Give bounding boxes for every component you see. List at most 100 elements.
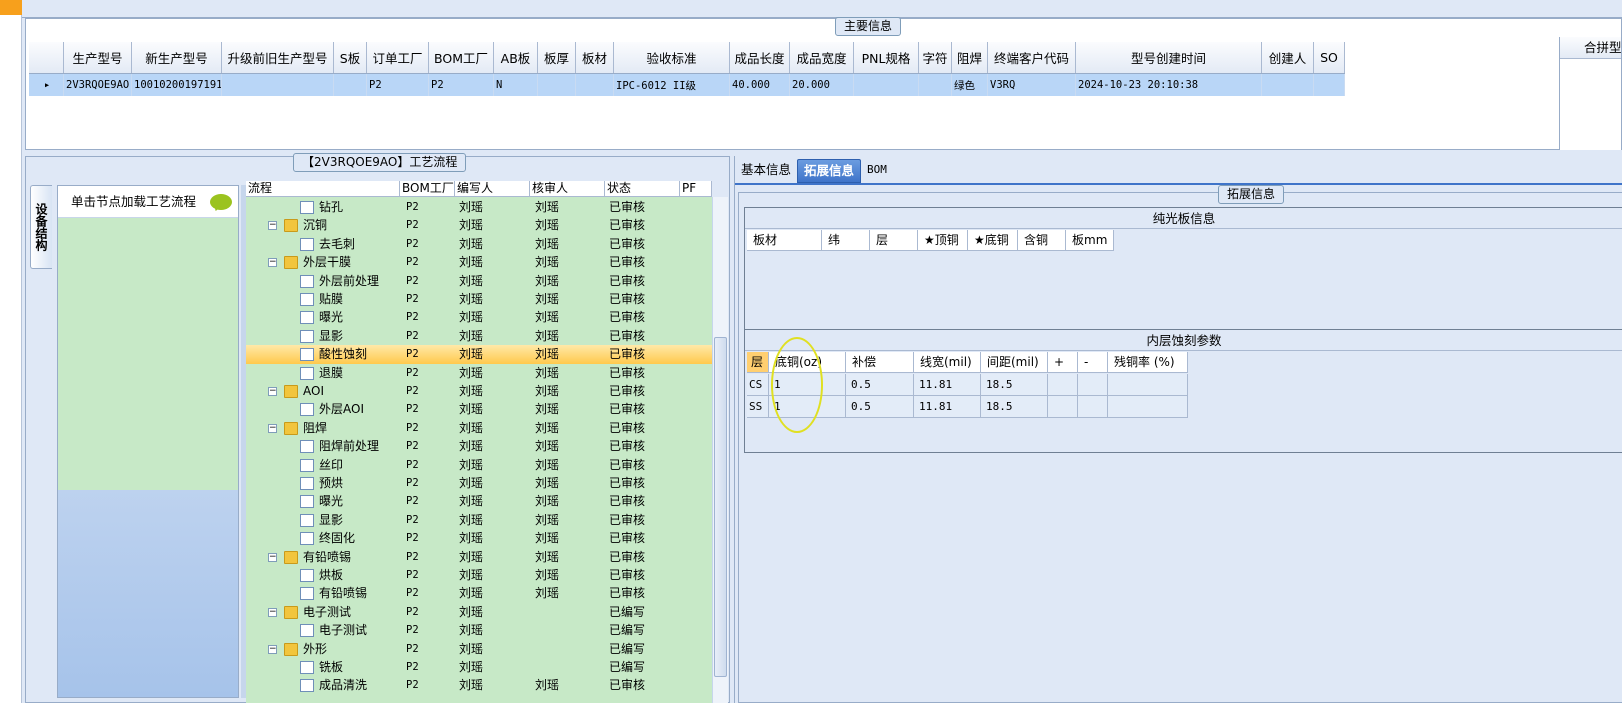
column-header[interactable]: SO <box>1314 42 1345 73</box>
grid-cell[interactable]: P2 <box>429 74 494 96</box>
tree-row[interactable]: 铣板 P2 刘瑶 已编写 <box>246 658 712 677</box>
tree-node[interactable]: 烘板 <box>246 566 400 585</box>
tree-node[interactable]: − 阻焊 <box>246 419 400 438</box>
tree-node[interactable]: 有铅喷锡 <box>246 584 400 603</box>
column-header[interactable]: BOM工厂 <box>429 42 494 73</box>
tree-node[interactable]: 外层AOI <box>246 400 400 419</box>
etch-cell[interactable]: SS <box>747 396 769 418</box>
tree-node[interactable]: 电子测试 <box>246 621 400 640</box>
column-header[interactable]: 终端客户代码 <box>988 42 1076 73</box>
tree-column-header[interactable]: 核审人 <box>530 181 605 196</box>
tree-column-header[interactable]: BOM工厂 <box>400 181 455 196</box>
tree-row[interactable]: − AOI P2 刘瑶 刘瑶 已审核 <box>246 382 712 401</box>
main-grid-row[interactable]: ▸ 2V3RQOE9AO 10010200197191 P2 P2 N IPC-6012 I… <box>29 74 1345 96</box>
tree-row[interactable]: 退膜 P2 刘瑶 刘瑶 已审核 <box>246 364 712 383</box>
grid-cell[interactable]: 绿色 <box>952 74 988 96</box>
column-header[interactable]: 创建人 <box>1262 42 1314 73</box>
tree-row[interactable]: − 沉铜 P2 刘瑶 刘瑶 已审核 <box>246 216 712 235</box>
tree-node[interactable]: 去毛刺 <box>246 235 400 254</box>
grid-cell[interactable] <box>334 74 367 96</box>
etch-cell[interactable] <box>1048 374 1078 396</box>
tree-row[interactable]: 贴膜 P2 刘瑶 刘瑶 已审核 <box>246 290 712 309</box>
load-process-item[interactable]: 单击节点加载工艺流程 <box>58 186 238 218</box>
etch-column-header[interactable]: - <box>1078 352 1108 373</box>
column-header[interactable]: 订单工厂 <box>367 42 429 73</box>
tree-node[interactable]: − 沉铜 <box>246 216 400 235</box>
etch-column-header[interactable]: 线宽(mil) <box>914 352 981 373</box>
grid-cell[interactable]: V3RQ <box>988 74 1076 96</box>
tree-row[interactable]: 丝印 P2 刘瑶 刘瑶 已审核 <box>246 456 712 475</box>
plain-column-header[interactable]: 板材 <box>747 230 822 251</box>
etch-cell[interactable]: 0.5 <box>846 396 914 418</box>
tree-row[interactable]: 预烘 P2 刘瑶 刘瑶 已审核 <box>246 474 712 493</box>
etch-cell[interactable] <box>1108 374 1188 396</box>
grid-cell[interactable]: 40.000 <box>730 74 790 96</box>
column-header[interactable]: 生产型号 <box>64 42 132 73</box>
tree-row[interactable]: 阻焊前处理 P2 刘瑶 刘瑶 已审核 <box>246 437 712 456</box>
column-header[interactable]: 新生产型号 <box>132 42 222 73</box>
tree-column-header[interactable]: PF <box>680 181 712 196</box>
etch-column-header[interactable]: + <box>1048 352 1078 373</box>
grid-cell[interactable] <box>1314 74 1345 96</box>
grid-cell[interactable]: 2V3RQOE9AO <box>64 74 132 96</box>
tree-row[interactable]: 终固化 P2 刘瑶 刘瑶 已审核 <box>246 529 712 548</box>
tree-node[interactable]: 阻焊前处理 <box>246 437 400 456</box>
plain-column-header[interactable]: 层 <box>870 230 918 251</box>
column-header[interactable]: AB板 <box>494 42 538 73</box>
tree-node[interactable]: − 外层干膜 <box>246 253 400 272</box>
tree-row[interactable]: − 外形 P2 刘瑶 已编写 <box>246 640 712 659</box>
tree-node[interactable]: 成品清洗 <box>246 676 400 695</box>
column-header[interactable]: PNL规格 <box>854 42 919 73</box>
etch-column-header[interactable]: 残铜率 (%) <box>1108 352 1188 373</box>
column-header[interactable]: 升级前旧生产型号 <box>222 42 334 73</box>
tree-node[interactable]: − 有铅喷锡 <box>246 548 400 567</box>
tree-node[interactable]: 曝光 <box>246 308 400 327</box>
grid-cell[interactable]: N <box>494 74 538 96</box>
combine-column-header[interactable]: 合拼型 <box>1560 37 1622 59</box>
etch-cell[interactable]: 18.5 <box>981 374 1048 396</box>
etch-column-header[interactable]: 间距(mil) <box>981 352 1048 373</box>
grid-cell[interactable] <box>854 74 919 96</box>
tree-row[interactable]: 烘板 P2 刘瑶 刘瑶 已审核 <box>246 566 712 585</box>
tree-row[interactable]: 显影 P2 刘瑶 刘瑶 已审核 <box>246 511 712 530</box>
tree-row[interactable]: 钻孔 P2 刘瑶 刘瑶 已审核 <box>246 198 712 217</box>
tree-row[interactable]: − 电子测试 P2 刘瑶 已编写 <box>246 603 712 622</box>
tab-basic-info[interactable]: 基本信息 <box>735 159 797 183</box>
etch-cell[interactable] <box>1048 396 1078 418</box>
etch-cell[interactable] <box>1108 396 1188 418</box>
tree-node[interactable]: 钻孔 <box>246 198 400 217</box>
tree-row[interactable]: 曝光 P2 刘瑶 刘瑶 已审核 <box>246 492 712 511</box>
tree-row[interactable]: 去毛刺 P2 刘瑶 刘瑶 已审核 <box>246 235 712 254</box>
tab-bom[interactable]: BOM <box>861 159 893 183</box>
tree-node[interactable]: 酸性蚀刻 <box>246 345 400 364</box>
grid-cell[interactable]: 20.000 <box>790 74 854 96</box>
tree-node[interactable]: 显影 <box>246 327 400 346</box>
column-header[interactable]: 阻焊 <box>952 42 988 73</box>
tree-node[interactable]: 退膜 <box>246 364 400 383</box>
grid-cell[interactable]: P2 <box>367 74 429 96</box>
etch-cell[interactable] <box>1078 396 1108 418</box>
tree-row[interactable]: 电子测试 P2 刘瑶 已编写 <box>246 621 712 640</box>
column-header[interactable]: 板厚 <box>538 42 576 73</box>
tree-column-header[interactable]: 流程 <box>246 181 400 196</box>
plain-column-header[interactable]: ★底铜 <box>968 230 1018 251</box>
scrollbar-thumb[interactable] <box>714 337 727 677</box>
column-header[interactable]: 字符 <box>919 42 952 73</box>
column-header[interactable]: S板 <box>334 42 367 73</box>
etch-column-header[interactable]: 补偿 <box>846 352 914 373</box>
column-header[interactable]: 验收标准 <box>614 42 730 73</box>
tree-row[interactable]: 有铅喷锡 P2 刘瑶 刘瑶 已审核 <box>246 584 712 603</box>
collapse-icon[interactable]: − <box>268 221 277 231</box>
tree-row[interactable]: 外层前处理 P2 刘瑶 刘瑶 已审核 <box>246 272 712 291</box>
tree-row[interactable]: − 阻焊 P2 刘瑶 刘瑶 已审核 <box>246 419 712 438</box>
tree-row[interactable]: 酸性蚀刻 P2 刘瑶 刘瑶 已审核 <box>246 345 712 365</box>
etch-cell[interactable]: 0.5 <box>846 374 914 396</box>
collapse-icon[interactable]: − <box>268 644 277 654</box>
tree-node[interactable]: 曝光 <box>246 492 400 511</box>
etch-cell[interactable]: CS <box>747 374 769 396</box>
tree-row[interactable]: 成品清洗 P2 刘瑶 刘瑶 已审核 <box>246 676 712 695</box>
tab-extend-info[interactable]: 拓展信息 <box>797 159 862 183</box>
collapse-icon[interactable]: − <box>268 423 277 433</box>
column-header[interactable]: 型号创建时间 <box>1076 42 1262 73</box>
tree-node[interactable]: 铣板 <box>246 658 400 677</box>
